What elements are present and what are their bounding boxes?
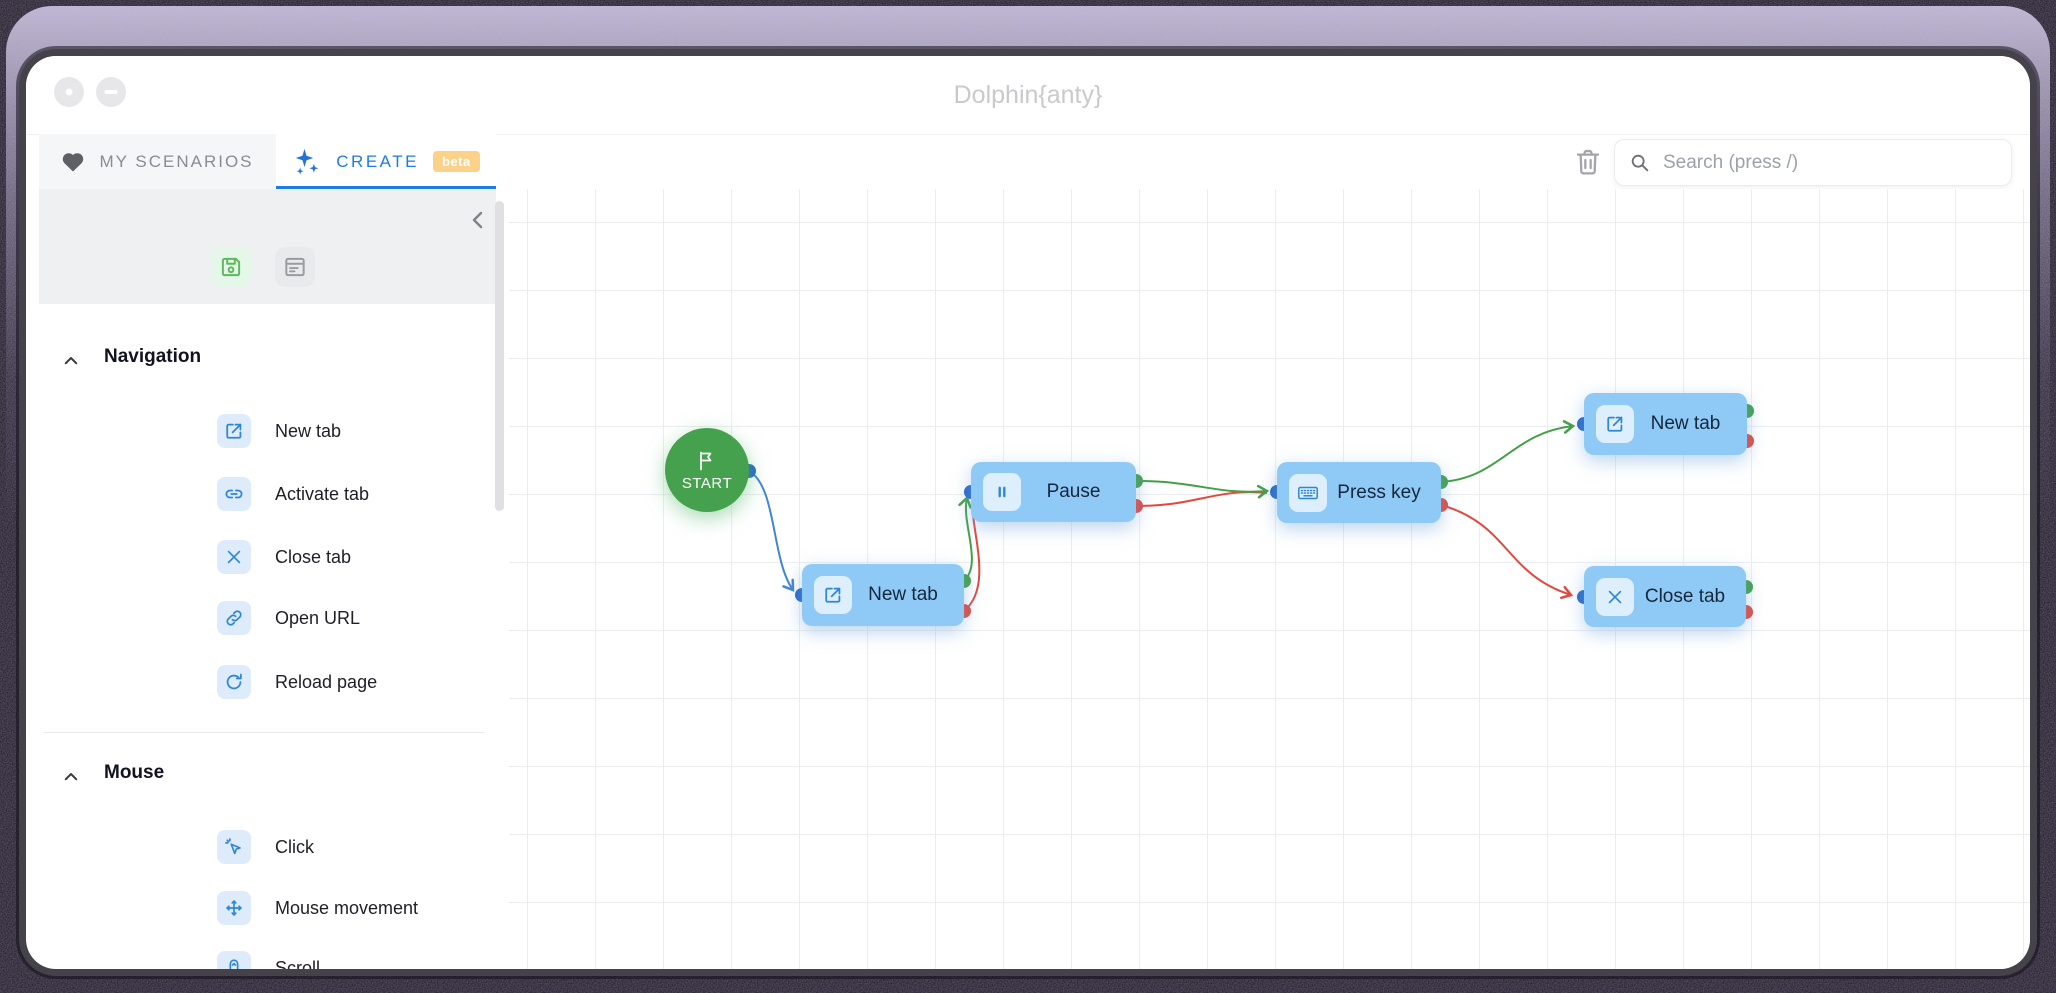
sidebar-item-mouse-movement[interactable]: Mouse movement: [217, 891, 418, 925]
search-input[interactable]: [1661, 151, 1997, 175]
tab-my-scenarios[interactable]: MY SCENARIOS: [39, 134, 276, 189]
edge-pause-success-to-presskey[interactable]: [1136, 481, 1267, 492]
tab-create[interactable]: CREATE beta: [276, 134, 496, 189]
edge-presskey-error-to-closetab[interactable]: [1441, 505, 1571, 595]
sidebar-item-activate-tab[interactable]: Activate tab: [217, 477, 369, 511]
link-icon: [217, 477, 251, 511]
sidebar-toolbar: [39, 189, 496, 304]
cursor-click-icon: [217, 830, 251, 864]
node-label: New tab: [852, 584, 964, 606]
external-link-icon: [814, 576, 852, 614]
save-scenario-button[interactable]: [211, 247, 251, 287]
node-start[interactable]: START: [665, 428, 749, 512]
sidebar-item-label: Reload page: [275, 672, 377, 693]
section-navigation-title: Navigation: [104, 346, 201, 368]
keyboard-icon: [1289, 474, 1327, 512]
sidebar-collapse-button[interactable]: [466, 208, 490, 232]
screenshot-root: Dolphin{anty} MY SCENARIOS CREATE beta: [0, 0, 2056, 993]
section-mouse-title: Mouse: [104, 762, 164, 784]
tab-my-scenarios-label: MY SCENARIOS: [99, 152, 253, 172]
section-navigation-collapse[interactable]: [62, 352, 80, 370]
beta-badge: beta: [433, 151, 480, 172]
scroll-icon: [217, 951, 251, 969]
sidebar-item-label: Mouse movement: [275, 898, 418, 919]
close-icon: [1596, 578, 1634, 616]
reload-icon: [217, 665, 251, 699]
sidebar-item-close-tab[interactable]: Close tab: [217, 540, 351, 574]
edge-pause-error-to-presskey[interactable]: [1136, 492, 1267, 506]
heart-icon: [61, 151, 85, 173]
window-title: Dolphin{anty}: [26, 56, 2030, 134]
move-icon: [217, 891, 251, 925]
edge-start-to-newtab[interactable]: [749, 471, 793, 590]
close-icon: [217, 540, 251, 574]
trash-icon[interactable]: [1572, 146, 1604, 178]
sidebar-item-reload-page[interactable]: Reload page: [217, 665, 377, 699]
sidebar-item-label: New tab: [275, 421, 341, 442]
save-icon: [218, 254, 244, 280]
sidebar-item-label: Activate tab: [275, 484, 369, 505]
edges-layer: [509, 189, 2016, 963]
node-label: Close tab: [1634, 586, 1746, 608]
search-icon: [1629, 152, 1651, 174]
chain-icon: [217, 601, 251, 635]
node-label: Press key: [1327, 482, 1441, 504]
sidebar-scrollbar[interactable]: [495, 201, 504, 511]
search-box[interactable]: [1614, 139, 2012, 186]
chevron-up-icon: [62, 768, 80, 786]
tab-create-label: CREATE: [336, 152, 419, 172]
sidebar-item-scroll[interactable]: Scroll: [217, 951, 320, 969]
pause-icon: [983, 473, 1021, 511]
sidebar-item-label: Scroll: [275, 958, 320, 970]
node-pause[interactable]: Pause: [971, 462, 1136, 522]
node-new-tab-1[interactable]: New tab: [802, 564, 964, 626]
log-panel-button[interactable]: [275, 247, 315, 287]
chevron-up-icon: [62, 352, 80, 370]
chevron-left-icon: [466, 208, 490, 232]
app-window: Dolphin{anty} MY SCENARIOS CREATE beta: [26, 56, 2030, 969]
edge-presskey-success-to-newtab2[interactable]: [1441, 426, 1573, 482]
scenario-canvas[interactable]: START New tab Pause: [509, 189, 2030, 969]
external-link-icon: [217, 414, 251, 448]
sidebar-item-label: Close tab: [275, 547, 351, 568]
sidebar-item-label: Open URL: [275, 608, 360, 629]
title-bar: Dolphin{anty}: [26, 56, 2030, 135]
external-link-icon: [1596, 405, 1634, 443]
section-mouse-collapse[interactable]: [62, 768, 80, 786]
node-press-key[interactable]: Press key: [1277, 462, 1441, 523]
console-icon: [282, 254, 308, 280]
start-node-label: START: [682, 475, 732, 492]
sidebar-item-new-tab[interactable]: New tab: [217, 414, 341, 448]
sidebar-item-click[interactable]: Click: [217, 830, 314, 864]
sidebar-item-label: Click: [275, 837, 314, 858]
node-label: Pause: [1021, 481, 1136, 503]
flag-icon: [695, 449, 719, 473]
node-close-tab[interactable]: Close tab: [1584, 566, 1746, 627]
node-new-tab-2[interactable]: New tab: [1584, 393, 1747, 455]
section-divider: [44, 732, 484, 733]
sparkles-icon: [292, 147, 322, 177]
sidebar-item-open-url[interactable]: Open URL: [217, 601, 360, 635]
node-label: New tab: [1634, 413, 1747, 435]
